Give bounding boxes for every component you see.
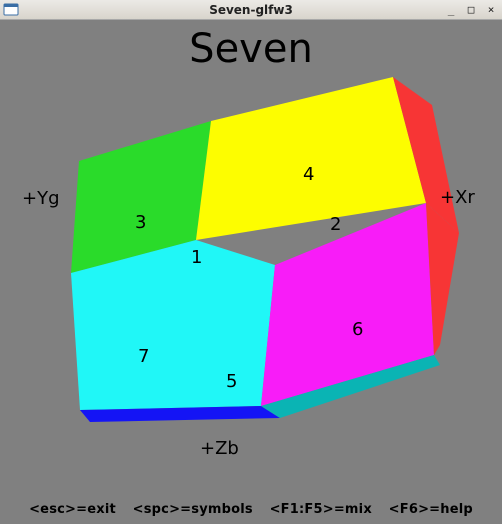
titlebar: Seven-glfw3 _ □ × (0, 0, 502, 20)
yellow-face (196, 77, 426, 240)
window-controls: _ □ × (444, 3, 498, 17)
maximize-button[interactable]: □ (464, 3, 478, 17)
window-title: Seven-glfw3 (209, 3, 293, 17)
key-hints: <esc>=exit <spc>=symbols <F1:F5>=mix <F6… (0, 502, 502, 517)
gl-canvas[interactable]: Seven +Yg +Xr +Zb 1 2 3 4 5 6 7 <esc>=ex… (0, 20, 502, 523)
hint-spc: <spc>=symbols (133, 502, 253, 517)
cube-render (0, 20, 502, 523)
hint-f6: <F6>=help (389, 502, 473, 517)
close-button[interactable]: × (484, 3, 498, 17)
hint-esc: <esc>=exit (29, 502, 116, 517)
hint-f1f5: <F1:F5>=mix (270, 502, 372, 517)
cyan-face (71, 240, 275, 410)
app-icon (3, 2, 19, 18)
minimize-button[interactable]: _ (444, 3, 458, 17)
